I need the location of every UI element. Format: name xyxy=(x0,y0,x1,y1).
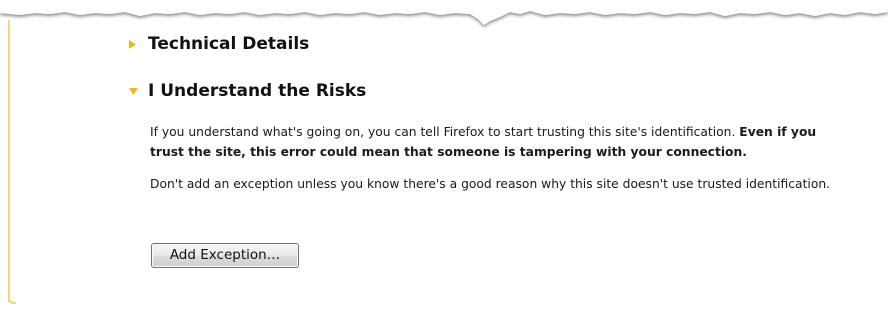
understand-risks-header[interactable]: I Understand the Risks xyxy=(128,81,366,101)
expanded-triangle-icon xyxy=(128,87,148,96)
risks-paragraph-1-text: If you understand what's going on, you c… xyxy=(150,125,740,139)
section-border-corner xyxy=(8,296,16,304)
risks-description: If you understand what's going on, you c… xyxy=(150,122,850,206)
section-left-border xyxy=(8,20,10,302)
collapsed-triangle-icon xyxy=(128,39,148,50)
understand-risks-title[interactable]: I Understand the Risks xyxy=(148,81,366,101)
add-exception-button[interactable]: Add Exception… xyxy=(151,243,299,268)
technical-details-title[interactable]: Technical Details xyxy=(148,34,309,54)
risks-paragraph-1: If you understand what's going on, you c… xyxy=(150,122,850,162)
risks-paragraph-2: Don't add an exception unless you know t… xyxy=(150,177,831,191)
torn-paper-edge xyxy=(0,0,888,25)
technical-details-header[interactable]: Technical Details xyxy=(128,34,309,54)
